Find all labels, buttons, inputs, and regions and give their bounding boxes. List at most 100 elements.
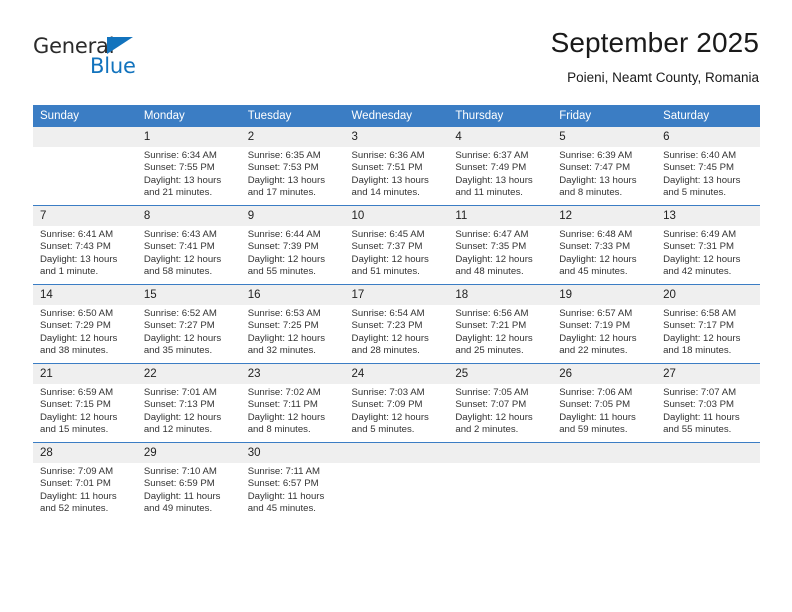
calendar-day-cell[interactable]: 5 Sunrise: 6:39 AM Sunset: 7:47 PM Daylight… [552,127,657,206]
calendar-day-cell[interactable]: 12 Sunrise: 6:48 AM Sunset: 7:33 PM Dayligh… [552,205,657,285]
calendar-day-cell[interactable]: 11 Sunrise: 6:47 AM Sunset: 7:35 PM Dayligh… [448,205,553,285]
day-number [656,443,760,463]
weekday-header-thursday: Thursday [448,105,553,127]
calendar-day-cell[interactable]: 8 Sunrise: 6:43 AM Sunset: 7:41 PM Daylight… [136,205,241,285]
day-sun-info: Sunrise: 6:37 AM Sunset: 7:49 PM Daylight:… [448,147,552,199]
day-sun-info: Sunrise: 6:54 AM Sunset: 7:23 PM Daylight:… [345,305,449,357]
sunset-time: Sunset: 6:57 PM [247,478,319,490]
weekday-header-wednesday: Wednesday [344,105,449,127]
daylight-duration-line1: Daylight: 12 hours [247,332,326,344]
sunrise-time: Sunrise: 6:57 AM [559,308,633,319]
calendar-day-cell[interactable]: 1 Sunrise: 6:34 AM Sunset: 7:55 PM Daylight… [136,127,241,206]
daylight-duration-line2: and 45 minutes. [247,502,316,514]
day-cell-content: 26 Sunrise: 7:06 AM Sunset: 7:05 PM Dayligh… [552,364,657,442]
sunrise-time: Sunrise: 6:36 AM [351,150,425,161]
calendar-day-cell[interactable]: 4 Sunrise: 6:37 AM Sunset: 7:49 PM Daylight… [448,127,553,206]
day-number: 20 [656,285,760,305]
day-sun-info: Sunrise: 7:02 AM Sunset: 7:11 PM Daylight:… [241,384,345,436]
day-sun-info: Sunrise: 6:58 AM Sunset: 7:17 PM Daylight:… [656,305,760,357]
calendar-body: 1 Sunrise: 6:34 AM Sunset: 7:55 PM Daylight… [33,127,760,521]
calendar-day-cell[interactable]: 3 Sunrise: 6:36 AM Sunset: 7:51 PM Daylight… [344,127,449,206]
sunrise-time: Sunrise: 6:56 AM [455,308,529,319]
calendar-day-cell[interactable]: 15 Sunrise: 6:52 AM Sunset: 7:27 PM Dayligh… [136,284,241,364]
calendar-day-cell[interactable]: 7 Sunrise: 6:41 AM Sunset: 7:43 PM Daylight… [33,205,137,285]
sunset-time: Sunset: 7:11 PM [247,399,318,411]
sunrise-time: Sunrise: 7:05 AM [455,387,529,398]
day-cell-content [656,443,760,521]
calendar-day-cell[interactable]: 14 Sunrise: 6:50 AM Sunset: 7:29 PM Dayligh… [33,284,137,364]
calendar-day-cell[interactable]: 24 Sunrise: 7:03 AM Sunset: 7:09 PM Dayligh… [344,363,449,443]
calendar-day-cell[interactable]: 28 Sunrise: 7:09 AM Sunset: 7:01 PM Dayligh… [33,442,137,521]
day-number: 6 [656,127,760,147]
daylight-duration-line1: Daylight: 11 hours [559,411,636,423]
sunrise-time: Sunrise: 6:48 AM [559,229,633,240]
sunrise-time: Sunrise: 7:11 AM [247,466,321,477]
day-sun-info: Sunrise: 6:59 AM Sunset: 7:15 PM Daylight:… [33,384,137,436]
sunrise-time: Sunrise: 6:39 AM [559,150,633,161]
sunrise-time: Sunrise: 6:45 AM [351,229,425,240]
calendar-empty-cell [344,442,449,521]
calendar-day-cell[interactable]: 25 Sunrise: 7:05 AM Sunset: 7:07 PM Dayligh… [448,363,553,443]
location-subtitle: Poieni, Neamt County, Romania [567,70,759,85]
calendar-day-cell[interactable]: 26 Sunrise: 7:06 AM Sunset: 7:05 PM Dayligh… [552,363,657,443]
daylight-duration-line2: and 5 minutes. [351,423,415,435]
sunrise-time: Sunrise: 6:41 AM [40,229,114,240]
calendar-day-cell[interactable]: 10 Sunrise: 6:45 AM Sunset: 7:37 PM Dayligh… [344,205,449,285]
calendar-day-cell[interactable]: 23 Sunrise: 7:02 AM Sunset: 7:11 PM Dayligh… [240,363,345,443]
daylight-duration-line1: Daylight: 13 hours [247,174,326,186]
calendar-day-cell[interactable]: 29 Sunrise: 7:10 AM Sunset: 6:59 PM Dayligh… [136,442,241,521]
day-cell-content: 28 Sunrise: 7:09 AM Sunset: 7:01 PM Dayligh… [33,443,137,521]
daylight-duration-line1: Daylight: 12 hours [40,411,118,423]
calendar-empty-cell [552,442,657,521]
daylight-duration-line1: Daylight: 12 hours [143,411,222,423]
calendar-day-cell[interactable]: 9 Sunrise: 6:44 AM Sunset: 7:39 PM Daylight… [240,205,345,285]
day-sun-info: Sunrise: 6:48 AM Sunset: 7:33 PM Daylight:… [552,226,656,278]
day-cell-content: 12 Sunrise: 6:48 AM Sunset: 7:33 PM Dayligh… [552,206,657,284]
daylight-duration-line1: Daylight: 11 hours [247,490,325,502]
calendar-page: General Blue September 2025 Poieni, Neam… [0,0,792,612]
sunset-time: Sunset: 7:37 PM [351,241,423,253]
daylight-duration-line2: and 17 minutes. [247,186,316,198]
daylight-duration-line2: and 11 minutes. [455,186,523,198]
calendar-day-cell[interactable]: 21 Sunrise: 6:59 AM Sunset: 7:15 PM Dayligh… [33,363,137,443]
daylight-duration-line1: Daylight: 12 hours [247,411,326,423]
calendar-day-cell[interactable]: 2 Sunrise: 6:35 AM Sunset: 7:53 PM Daylight… [240,127,345,206]
day-number: 28 [33,443,137,463]
day-number: 15 [136,285,241,305]
day-cell-content: 25 Sunrise: 7:05 AM Sunset: 7:07 PM Dayligh… [448,364,553,442]
triangle-icon [107,37,133,54]
daylight-duration-line1: Daylight: 12 hours [351,411,429,423]
day-cell-content [552,443,657,521]
sunrise-time: Sunrise: 6:43 AM [143,229,217,240]
daylight-duration-line2: and 12 minutes. [143,423,213,435]
day-sun-info: Sunrise: 6:44 AM Sunset: 7:39 PM Daylight:… [241,226,345,278]
day-sun-info: Sunrise: 6:39 AM Sunset: 7:47 PM Daylight:… [552,147,656,199]
calendar-day-cell[interactable]: 27 Sunrise: 7:07 AM Sunset: 7:03 PM Dayligh… [656,363,760,443]
calendar-day-cell[interactable]: 30 Sunrise: 7:11 AM Sunset: 6:57 PM Dayligh… [240,442,345,521]
calendar-day-cell[interactable]: 22 Sunrise: 7:01 AM Sunset: 7:13 PM Dayligh… [136,363,241,443]
calendar-day-cell[interactable]: 16 Sunrise: 6:53 AM Sunset: 7:25 PM Dayligh… [240,284,345,364]
daylight-duration-line1: Daylight: 12 hours [455,253,533,265]
sunset-time: Sunset: 7:45 PM [663,162,734,174]
daylight-duration-line1: Daylight: 13 hours [559,174,637,186]
calendar-day-cell[interactable]: 17 Sunrise: 6:54 AM Sunset: 7:23 PM Dayligh… [344,284,449,364]
day-cell-content: 22 Sunrise: 7:01 AM Sunset: 7:13 PM Dayligh… [136,364,241,442]
sunset-time: Sunset: 7:25 PM [247,320,319,332]
day-cell-content: 1 Sunrise: 6:34 AM Sunset: 7:55 PM Daylight… [136,127,241,205]
calendar-day-cell[interactable]: 19 Sunrise: 6:57 AM Sunset: 7:19 PM Dayligh… [552,284,657,364]
day-cell-content [448,443,553,521]
sunrise-time: Sunrise: 6:34 AM [143,150,217,161]
generalblue-logo[interactable]: General Blue [33,34,203,86]
day-sun-info: Sunrise: 7:06 AM Sunset: 7:05 PM Daylight:… [552,384,656,436]
calendar-day-cell[interactable]: 13 Sunrise: 6:49 AM Sunset: 7:31 PM Dayligh… [656,205,760,285]
daylight-duration-line1: Daylight: 11 hours [143,490,221,502]
calendar-empty-cell [33,127,137,206]
sunrise-time: Sunrise: 7:10 AM [143,466,217,477]
calendar-day-cell[interactable]: 20 Sunrise: 6:58 AM Sunset: 7:17 PM Dayligh… [656,284,760,364]
calendar-empty-cell [656,442,760,521]
day-number: 24 [344,364,449,384]
calendar-day-cell[interactable]: 18 Sunrise: 6:56 AM Sunset: 7:21 PM Dayligh… [448,284,553,364]
day-number: 3 [344,127,449,147]
day-cell-content [33,127,137,205]
calendar-day-cell[interactable]: 6 Sunrise: 6:40 AM Sunset: 7:45 PM Daylight… [656,127,760,206]
